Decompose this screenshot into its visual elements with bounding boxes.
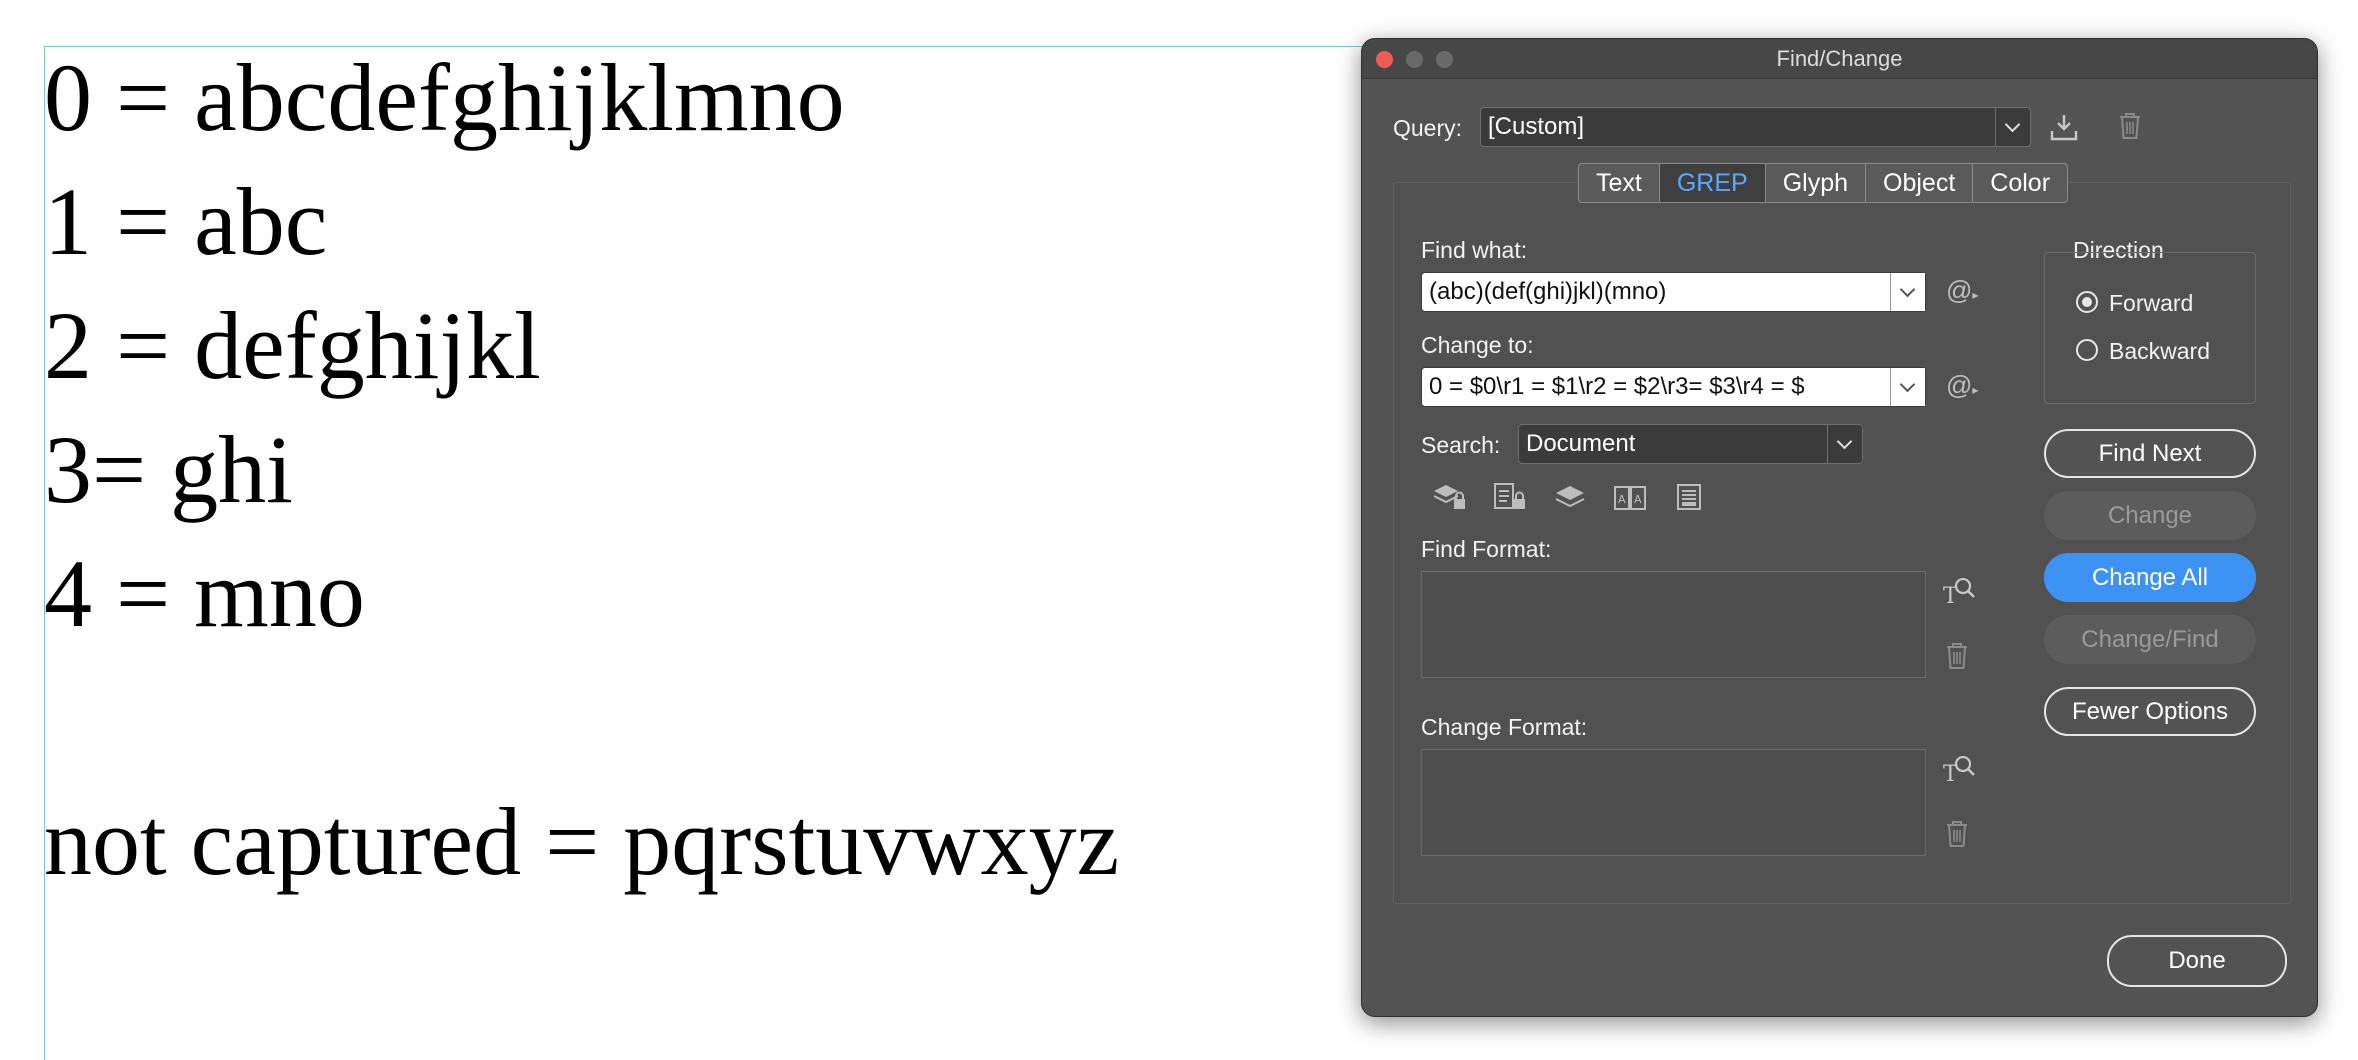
include-hidden-layers-icon[interactable] <box>1552 481 1588 513</box>
include-locked-stories-icon[interactable] <box>1492 481 1528 513</box>
change-to-field[interactable]: 0 = $0\r1 = $1\r2 = $2\r3= $3\r4 = $ <box>1421 367 1926 407</box>
special-characters-icon[interactable]: @▸ <box>1946 372 1978 398</box>
done-button[interactable]: Done <box>2107 935 2287 987</box>
change-button[interactable]: Change <box>2044 491 2256 540</box>
find-format-box[interactable] <box>1421 571 1926 678</box>
chevron-down-icon[interactable] <box>1890 368 1925 406</box>
search-scope-dropdown[interactable]: Document <box>1518 424 1863 464</box>
forward-label[interactable]: Forward <box>2109 290 2193 317</box>
direction-group <box>2044 252 2256 404</box>
svg-text:A: A <box>1634 493 1642 506</box>
change-format-label: Change Format: <box>1421 714 1588 740</box>
change-all-button[interactable]: Change All <box>2044 553 2256 602</box>
clear-find-format-icon[interactable] <box>1944 641 1970 671</box>
find-what-field[interactable]: (abc)(def(ghi)jkl)(mno) <box>1421 272 1926 312</box>
doc-line-0: 0 = abcdefghijklmno <box>44 44 845 151</box>
chevron-down-icon[interactable] <box>1995 108 2030 146</box>
specify-find-format-icon[interactable]: T <box>1941 575 1977 607</box>
include-footnotes-icon[interactable] <box>1674 481 1706 513</box>
tab-glyph[interactable]: Glyph <box>1766 164 1867 202</box>
doc-line-not-captured: not captured = pqrstuvwxyz <box>44 788 1120 895</box>
chevron-down-icon[interactable] <box>1890 273 1925 311</box>
find-change-dialog: Find/Change Query: [Custom] Text GREP Gl… <box>1361 38 2318 1017</box>
change-to-value: 0 = $0\r1 = $1\r2 = $2\r3= $3\r4 = $ <box>1429 373 1805 400</box>
dialog-titlebar[interactable]: Find/Change <box>1362 39 2317 79</box>
query-dropdown[interactable]: [Custom] <box>1480 107 2031 147</box>
at-symbol: @ <box>1946 370 1973 400</box>
forward-radio[interactable] <box>2076 291 2098 313</box>
backward-label[interactable]: Backward <box>2109 338 2210 365</box>
doc-line-2: 2 = defghijkl <box>44 292 541 399</box>
delete-query-icon[interactable] <box>2117 111 2143 141</box>
chevron-down-icon[interactable] <box>1827 425 1862 463</box>
save-query-icon[interactable] <box>2048 111 2080 143</box>
tab-object[interactable]: Object <box>1866 164 1974 202</box>
svg-text:A: A <box>1618 493 1626 506</box>
tab-grep[interactable]: GREP <box>1659 164 1766 202</box>
dialog-title: Find/Change <box>1776 46 1903 71</box>
document-text-frame[interactable]: 0 = abcdefghijklmno 1 = abc 2 = defghijk… <box>44 36 1119 904</box>
find-what-label: Find what: <box>1421 237 1528 263</box>
fewer-options-button[interactable]: Fewer Options <box>2044 687 2256 736</box>
doc-line-4: 4 = mno <box>44 540 365 647</box>
include-locked-layers-icon[interactable] <box>1432 481 1468 513</box>
clear-change-format-icon[interactable] <box>1944 819 1970 849</box>
doc-line-1: 1 = abc <box>44 168 328 275</box>
change-format-box[interactable] <box>1421 749 1926 856</box>
search-scope-value: Document <box>1526 430 1636 457</box>
change-find-button[interactable]: Change/Find <box>2044 615 2256 664</box>
search-mode-tabs: Text GREP Glyph Object Color <box>1578 163 2069 203</box>
at-symbol: @ <box>1946 275 1973 305</box>
special-characters-icon[interactable]: @▸ <box>1946 277 1978 303</box>
query-label: Query: <box>1393 115 1463 141</box>
search-label: Search: <box>1421 432 1501 458</box>
doc-line-3: 3= ghi <box>44 416 293 523</box>
find-format-label: Find Format: <box>1421 536 1552 562</box>
specify-change-format-icon[interactable]: T <box>1941 753 1977 785</box>
find-what-value: (abc)(def(ghi)jkl)(mno) <box>1429 278 1667 305</box>
doc-empty-line <box>44 656 1119 780</box>
include-master-pages-icon[interactable]: A A <box>1612 481 1648 513</box>
tab-color[interactable]: Color <box>1973 164 2067 202</box>
change-to-label: Change to: <box>1421 332 1534 358</box>
find-next-button[interactable]: Find Next <box>2044 429 2256 478</box>
tab-text[interactable]: Text <box>1579 164 1660 202</box>
backward-radio[interactable] <box>2076 339 2098 361</box>
query-value: [Custom] <box>1488 113 1585 140</box>
